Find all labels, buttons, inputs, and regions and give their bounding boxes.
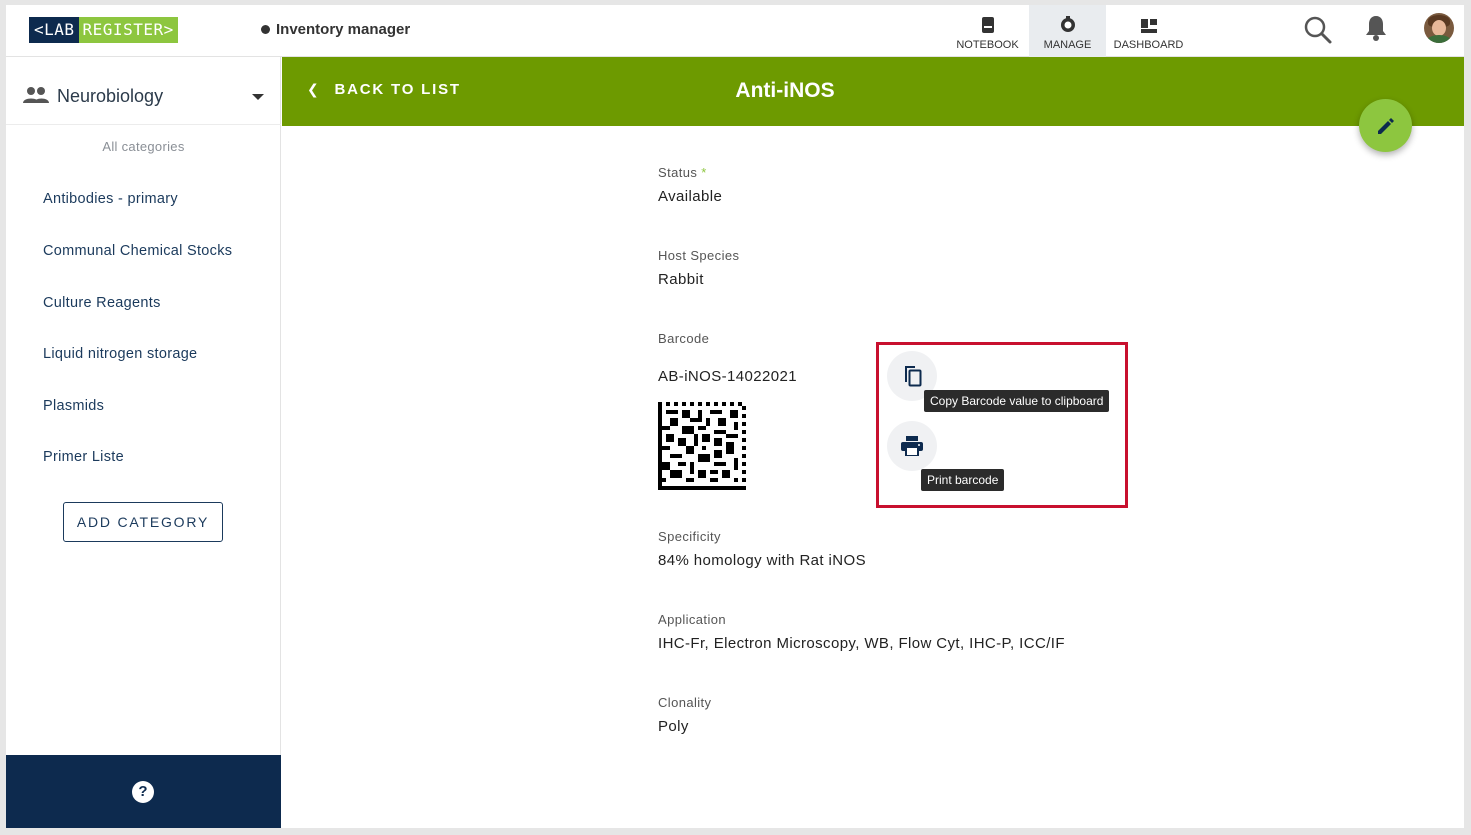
app-dot-icon	[261, 25, 270, 34]
status-label: Status *	[658, 165, 707, 180]
tab-manage[interactable]: MANAGE	[1029, 5, 1106, 57]
clonality-label: Clonality	[658, 695, 712, 710]
item-title: Anti-iNOS	[735, 79, 835, 102]
people-icon	[23, 87, 49, 103]
workspace-selector[interactable]: Neurobiology	[6, 57, 281, 125]
category-item[interactable]: Primer Liste	[43, 449, 124, 465]
category-item[interactable]: Liquid nitrogen storage	[43, 346, 197, 362]
app-name: Inventory manager	[276, 21, 411, 38]
sidebar: Neurobiology All categories Antibodies -…	[6, 57, 281, 828]
workspace-name: Neurobiology	[57, 86, 164, 106]
pencil-icon	[1377, 117, 1394, 134]
category-item[interactable]: Communal Chemical Stocks	[43, 243, 232, 259]
application-value: IHC-Fr, Electron Microscopy, WB, Flow Cy…	[658, 635, 1065, 652]
notebook-icon	[981, 17, 994, 33]
datamatrix-barcode	[658, 402, 746, 490]
tab-dashboard-label: DASHBOARD	[1113, 39, 1184, 51]
category-item[interactable]: Antibodies - primary	[43, 191, 178, 207]
app-switcher[interactable]: Inventory manager	[261, 21, 410, 38]
app-window: <LAB REGISTER> Inventory manager NOTEBOO…	[6, 5, 1464, 828]
required-mark: *	[701, 165, 707, 180]
category-item[interactable]: Plasmids	[43, 398, 104, 414]
help-bar: ?	[6, 755, 281, 828]
help-icon[interactable]: ?	[132, 781, 154, 803]
lab-register-logo[interactable]: <LAB REGISTER>	[29, 17, 178, 43]
tab-notebook[interactable]: NOTEBOOK	[950, 5, 1025, 57]
application-label: Application	[658, 612, 726, 627]
specificity-label: Specificity	[658, 529, 721, 544]
logo-lab-text: <LAB	[29, 17, 79, 43]
dashboard-icon	[1140, 19, 1157, 33]
specificity-value: 84% homology with Rat iNOS	[658, 552, 866, 569]
category-item[interactable]: Culture Reagents	[43, 295, 161, 311]
search-icon[interactable]	[1303, 15, 1333, 45]
highlight-box	[876, 342, 1128, 508]
avatar[interactable]	[1424, 13, 1454, 43]
add-category-button[interactable]: ADD CATEGORY	[63, 502, 223, 542]
clonality-value: Poly	[658, 718, 689, 735]
barcode-label: Barcode	[658, 331, 710, 346]
tab-dashboard[interactable]: DASHBOARD	[1106, 5, 1191, 57]
caret-down-icon	[252, 94, 264, 100]
status-value: Available	[658, 188, 723, 205]
top-bar: <LAB REGISTER> Inventory manager NOTEBOO…	[6, 5, 1464, 57]
manage-icon	[1060, 16, 1075, 32]
logo-register-text: REGISTER>	[78, 17, 178, 43]
host-species-label: Host Species	[658, 248, 740, 263]
item-header: ❮ BACK TO LIST Anti-iNOS	[282, 57, 1464, 126]
host-species-value: Rabbit	[658, 271, 704, 288]
bell-icon[interactable]	[1364, 14, 1388, 42]
edit-button[interactable]	[1359, 99, 1412, 152]
tab-manage-label: MANAGE	[1043, 39, 1092, 51]
barcode-value: AB-iNOS-14022021	[658, 368, 797, 385]
tab-notebook-label: NOTEBOOK	[956, 39, 1019, 51]
all-categories-link[interactable]: All categories	[6, 139, 281, 154]
